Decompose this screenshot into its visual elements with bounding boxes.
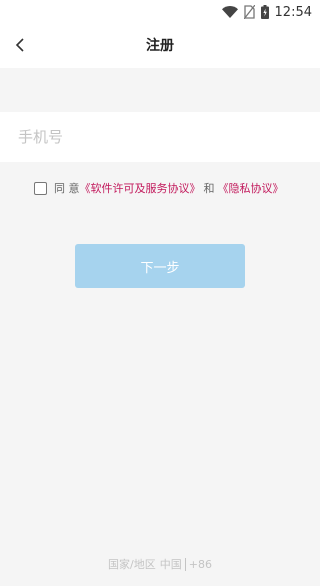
status-icons: 12:54	[221, 3, 312, 21]
page-title: 注册	[146, 38, 174, 54]
agree-and-text: 和	[203, 182, 215, 195]
terms-link[interactable]: 《软件许可及服务协议》	[80, 180, 201, 196]
region-divider	[184, 557, 186, 571]
battery-icon	[260, 5, 269, 19]
phone-row	[0, 112, 320, 162]
region-row: 国家/地区 中国 +86	[0, 556, 320, 572]
privacy-link[interactable]: 《隐私协议》	[218, 180, 284, 196]
agree-prefix: 同 意	[54, 182, 80, 195]
wifi-icon	[221, 6, 238, 18]
agreement-row: 同 意 《软件许可及服务协议》 和 《隐私协议》	[34, 180, 284, 196]
no-sim-icon	[243, 5, 255, 19]
phone-input[interactable]	[18, 112, 308, 162]
nav-bar: 注册	[0, 24, 320, 68]
next-button[interactable]: 下一步	[75, 244, 245, 288]
back-button[interactable]	[6, 32, 34, 60]
status-bar: 12:54	[0, 0, 320, 24]
chevron-left-icon	[15, 37, 25, 56]
agree-checkbox[interactable]	[34, 181, 47, 195]
region-code[interactable]: +86	[189, 558, 212, 571]
status-time: 12:54	[274, 4, 312, 20]
region-country[interactable]: 中国	[160, 556, 182, 572]
region-label: 国家/地区	[108, 558, 156, 571]
